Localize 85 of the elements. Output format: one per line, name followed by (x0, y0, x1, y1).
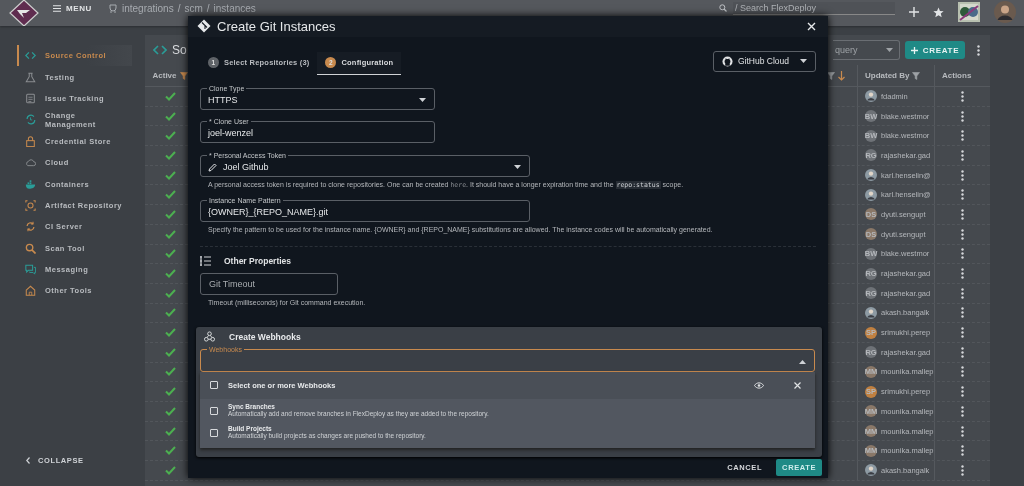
more-icon[interactable] (961, 248, 964, 260)
provider-select[interactable]: GitHub Cloud (713, 50, 816, 72)
column-header[interactable]: Active (152, 71, 177, 80)
close-icon[interactable] (807, 21, 816, 31)
more-icon[interactable] (961, 445, 964, 457)
breadcrumb-link[interactable]: instances (213, 3, 256, 14)
add-icon[interactable] (909, 7, 919, 17)
avatar-icon (865, 188, 877, 201)
webhook-icon (204, 331, 215, 343)
section-title: Create Webhooks (229, 331, 301, 342)
avatar-icon (865, 169, 877, 182)
cycle-icon (25, 114, 36, 126)
more-icon[interactable] (961, 90, 964, 102)
more-icon[interactable] (961, 366, 964, 378)
avatar-icon (865, 90, 877, 103)
search-icon (719, 4, 727, 12)
code-icon (25, 50, 36, 62)
add-icon (910, 46, 918, 54)
house-icon (25, 285, 36, 297)
menu-button[interactable]: MENU (53, 4, 92, 13)
checkbox[interactable] (210, 381, 218, 390)
code-icon (153, 44, 167, 56)
list-icon (200, 254, 212, 267)
git-icon (197, 19, 211, 34)
caret-icon (514, 165, 521, 170)
breadcrumb-separator: / (206, 3, 210, 14)
search-field[interactable]: / Search FlexDeploy (733, 1, 895, 15)
more-icon[interactable] (961, 189, 964, 201)
filter-icon (179, 71, 188, 80)
more-icon[interactable] (961, 268, 964, 280)
more-icon[interactable] (961, 130, 964, 142)
page-title: So (172, 43, 187, 57)
caret-icon (886, 48, 893, 52)
sort-down-icon[interactable] (838, 70, 845, 81)
menu-icon (53, 5, 61, 12)
integration-icon (107, 3, 118, 14)
user-avatar-icon[interactable] (994, 1, 1016, 23)
more-icon[interactable] (961, 208, 964, 220)
more-icon[interactable] (961, 327, 964, 339)
flask-icon (25, 71, 36, 83)
column-header: Actions (942, 71, 972, 80)
breadcrumb-separator: / (177, 3, 181, 14)
more-icon[interactable] (961, 386, 964, 398)
checkbox[interactable] (210, 428, 218, 437)
more-icon[interactable] (961, 425, 964, 437)
clear-icon[interactable] (794, 381, 801, 389)
more-icon[interactable] (961, 307, 964, 319)
input-field[interactable]: Git Timeout (200, 272, 338, 295)
whale-icon (25, 178, 36, 190)
query-select[interactable]: query (833, 40, 900, 60)
dialog-title: Create Git Instances (217, 18, 336, 34)
more-icon[interactable] (961, 169, 964, 181)
more-icon[interactable] (961, 110, 964, 122)
cloud-icon (25, 157, 36, 169)
filter-icon (912, 71, 921, 80)
more-icon[interactable] (977, 44, 980, 56)
refresh-icon (25, 221, 36, 233)
section-title: Other Properties (224, 255, 292, 266)
search-icon (25, 242, 36, 254)
breadcrumb-link[interactable]: scm (184, 3, 203, 14)
avatar-icon (865, 464, 877, 477)
eye-icon[interactable] (754, 381, 764, 389)
chat-icon (25, 264, 36, 276)
breadcrumb-link[interactable]: integrations (121, 3, 174, 14)
clipboard-icon (25, 92, 36, 104)
padlock-icon (25, 135, 36, 147)
more-icon[interactable] (961, 228, 964, 240)
caret-icon (799, 360, 806, 365)
more-icon[interactable] (961, 149, 964, 161)
target-icon (25, 199, 36, 211)
more-icon[interactable] (961, 464, 964, 476)
star-icon[interactable] (933, 6, 944, 18)
more-icon[interactable] (961, 405, 964, 417)
checkbox[interactable] (210, 406, 218, 415)
caret-icon (800, 59, 807, 64)
caret-icon (419, 98, 426, 103)
avatar-icon (865, 306, 877, 319)
pencil-icon (208, 162, 217, 172)
github-icon (722, 55, 733, 67)
create-button[interactable]: CREATE (905, 41, 965, 59)
more-icon[interactable] (961, 346, 964, 358)
column-header[interactable]: Updated By (865, 71, 910, 80)
logo-icon[interactable] (9, 0, 39, 26)
more-icon[interactable] (961, 287, 964, 299)
chevron-left-icon (26, 457, 30, 464)
